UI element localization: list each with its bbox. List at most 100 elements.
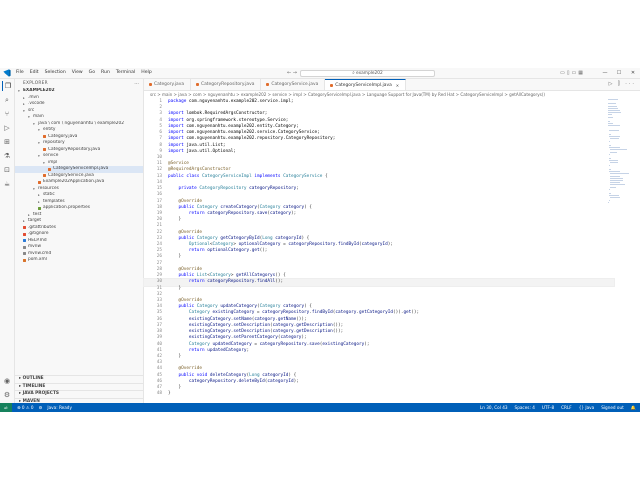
status-right-item[interactable]: CRLF (561, 403, 572, 412)
explorer-icon[interactable]: ❐ (2, 81, 13, 91)
minimap-line (608, 169, 612, 170)
minimap-line (608, 158, 612, 160)
sidebar-title: EXPLORER (23, 81, 48, 86)
minimap-line (608, 123, 613, 125)
code-editor[interactable]: 1 package com.nguyenanhtu.example202.serv… (143, 99, 615, 398)
minimap-line (609, 186, 616, 188)
minimap-line (608, 195, 619, 197)
layout-controls[interactable]: ▭▯▭▦ (560, 68, 585, 78)
close-button[interactable]: ✕ (626, 68, 640, 78)
minimap-line (608, 116, 614, 118)
source-control-icon[interactable]: ⑂ (2, 109, 12, 119)
status-left-item[interactable]: ⊗ 0 ⚠ 0 (17, 403, 34, 412)
status-right-item[interactable]: 🔔 (631, 403, 636, 412)
java-projects-icon[interactable]: ☕ (2, 179, 12, 189)
editor-actions[interactable]: ▷ ⫿ ··· (609, 79, 636, 90)
account-icon[interactable]: ◉ (2, 376, 12, 386)
editor-tab[interactable]: CategoryRepository.java (191, 79, 262, 90)
minimap-line (608, 140, 610, 142)
run-debug-icon[interactable]: ▷ (2, 123, 12, 133)
minimap-line (608, 136, 620, 138)
tab-label: Category.java (154, 82, 185, 87)
extensions-icon[interactable]: ⊞ (2, 137, 12, 147)
nav-arrows[interactable]: ← → (287, 68, 297, 78)
panel-section-java-projects[interactable]: ▸ JAVA PROJECTS (15, 390, 143, 398)
minimap-line (608, 160, 618, 162)
minimap-line (608, 107, 618, 109)
xml-file-icon (23, 258, 26, 262)
minimap-line (608, 112, 621, 114)
remote-explorer-icon[interactable]: ⊡ (2, 165, 12, 175)
minimap[interactable] (608, 99, 629, 203)
editor-tab[interactable]: CategoryServiceImpl.java ✕ (325, 79, 407, 91)
vertical-scrollbar[interactable] (634, 91, 640, 403)
status-right-item[interactable]: {} Java (579, 403, 595, 412)
minimap-line (609, 162, 619, 164)
menu-item-selection[interactable]: Selection (45, 68, 66, 78)
menu-item-go[interactable]: Go (89, 68, 95, 78)
minimap-line (608, 99, 618, 100)
java-file-icon (48, 167, 51, 171)
more-actions-icon[interactable]: ... (134, 80, 139, 86)
menu-bar: File Edit Selection View Go Run Terminal Help (16, 68, 152, 78)
props-file-icon (38, 206, 41, 210)
title-bar: File Edit Selection View Go Run Terminal Help ←… (0, 68, 640, 79)
sidebar-panels: ▸ OUTLINE ▸ TIMELINE ▸ JAVA PROJECTS ▸ MAVE… (15, 375, 143, 405)
git-file-icon (23, 226, 26, 230)
minimap-line (609, 197, 620, 199)
menu-item-terminal[interactable]: Terminal (116, 68, 135, 78)
breadcrumb[interactable]: src > main > java > com > nguyenanhtu > … (150, 91, 545, 98)
editor-tabs: Category.java CategoryRepository.java Cate… (144, 79, 640, 91)
line-text: } (168, 391, 171, 397)
close-tab-icon[interactable]: ✕ (396, 80, 399, 91)
menu-item-file[interactable]: File (16, 68, 24, 78)
panel-section-outline[interactable]: ▸ OUTLINE (15, 375, 143, 383)
window-title: example202 (356, 70, 383, 76)
code-line[interactable]: 48} (144, 391, 614, 397)
tab-label: CategoryRepository.java (201, 82, 255, 87)
menu-item-edit[interactable]: Edit (30, 68, 39, 78)
panel-section-timeline[interactable]: ▸ TIMELINE (15, 382, 143, 391)
minimap-line (608, 129, 619, 131)
git-file-icon (23, 232, 26, 236)
minimap-line (609, 151, 618, 153)
line-number: 48 (156, 391, 162, 397)
explorer-sidebar: EXPLORER ... ▾ EXAMPLE202 ▸ .mvn ▸ .vscode ▾… (15, 79, 144, 405)
status-left-item[interactable]: Java: Ready (47, 403, 72, 412)
status-left-item[interactable]: ⚙ (39, 403, 43, 412)
minimap-line (608, 114, 613, 116)
status-right-item[interactable]: Spaces: 4 (515, 403, 535, 412)
remote-indicator-icon[interactable]: ⇌ (0, 403, 12, 412)
maximize-button[interactable]: ☐ (612, 68, 626, 78)
minimize-button[interactable]: — (598, 68, 612, 78)
status-right-item[interactable]: UTF-8 (542, 403, 554, 412)
search-icon: ⌕ (352, 70, 355, 76)
status-right-item[interactable]: Ln 30, Col 43 (480, 403, 508, 412)
menu-item-view[interactable]: View (72, 68, 83, 78)
minimap-line (609, 149, 627, 151)
testing-icon[interactable]: ⚗ (2, 151, 12, 161)
vscode-logo-icon (3, 69, 11, 77)
panel-section-label: TIMELINE (22, 383, 46, 389)
minimap-line (608, 171, 620, 173)
minimap-line (609, 184, 625, 186)
tree-item-label: pom.xml (28, 257, 47, 262)
editor-tab[interactable]: CategoryService.java (261, 79, 326, 90)
menu-item-run[interactable]: Run (101, 68, 110, 78)
minimap-line (609, 138, 620, 140)
status-bar: ⇌ ⊗ 0 ⚠ 0 ⚙ Java: Ready Ln 30, Col 43 Space… (0, 403, 640, 412)
minimap-line (608, 193, 612, 195)
command-center[interactable]: ⌕ example202 (300, 69, 435, 77)
editor-tab[interactable]: Category.java (144, 79, 192, 90)
minimap-line (608, 144, 612, 146)
file-file-icon (23, 252, 26, 256)
tree-item[interactable]: pom.xml (15, 257, 143, 264)
manage-gear-icon[interactable]: ⚙ (2, 390, 12, 400)
menu-item-help[interactable]: Help (141, 68, 151, 78)
editor-area: Category.java CategoryRepository.java Cate… (143, 79, 640, 403)
minimap-line (608, 134, 612, 135)
status-right-item[interactable]: Signed out (601, 403, 624, 412)
minimap-line (609, 179, 623, 181)
tab-label: CategoryServiceImpl.java (335, 82, 392, 88)
search-icon[interactable]: ⌕ (2, 95, 12, 105)
